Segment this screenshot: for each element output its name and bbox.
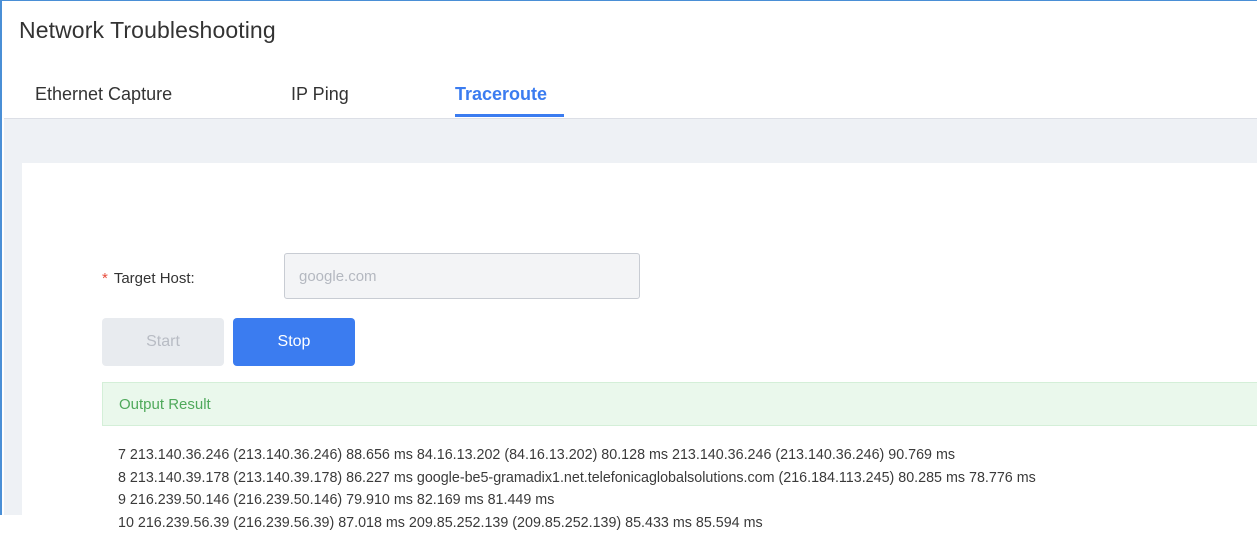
stop-button[interactable]: Stop — [233, 318, 355, 366]
tab-ip-ping[interactable]: IP Ping — [291, 84, 349, 105]
output-result-header: Output Result — [102, 382, 1257, 426]
target-host-label-text: Target Host: — [114, 270, 195, 287]
tab-traceroute[interactable]: Traceroute — [455, 84, 547, 105]
traceroute-panel: * Target Host: Start Stop Output Result 7… — [22, 163, 1257, 515]
page-title: Network Troubleshooting — [19, 17, 276, 44]
target-host-input[interactable] — [284, 253, 640, 299]
output-line: 8 213.140.39.178 (213.140.39.178) 86.227… — [118, 467, 1257, 490]
target-host-label: * Target Host: — [102, 270, 195, 287]
output-line: 7 213.140.36.246 (213.140.36.246) 88.656… — [118, 444, 1257, 467]
output-line: 9 216.239.50.146 (216.239.50.146) 79.910… — [118, 489, 1257, 512]
tab-ethernet-capture[interactable]: Ethernet Capture — [35, 84, 172, 105]
start-button[interactable]: Start — [102, 318, 224, 366]
output-result-title: Output Result — [119, 396, 211, 413]
required-marker: * — [102, 270, 108, 287]
app-window: Network Troubleshooting Ethernet Capture… — [0, 0, 1257, 515]
active-tab-indicator — [455, 114, 564, 117]
content-area: * Target Host: Start Stop Output Result 7… — [4, 118, 1257, 515]
output-result-body: 7 213.140.36.246 (213.140.36.246) 88.656… — [118, 444, 1257, 534]
page-header: Network Troubleshooting Ethernet Capture… — [4, 1, 1257, 118]
